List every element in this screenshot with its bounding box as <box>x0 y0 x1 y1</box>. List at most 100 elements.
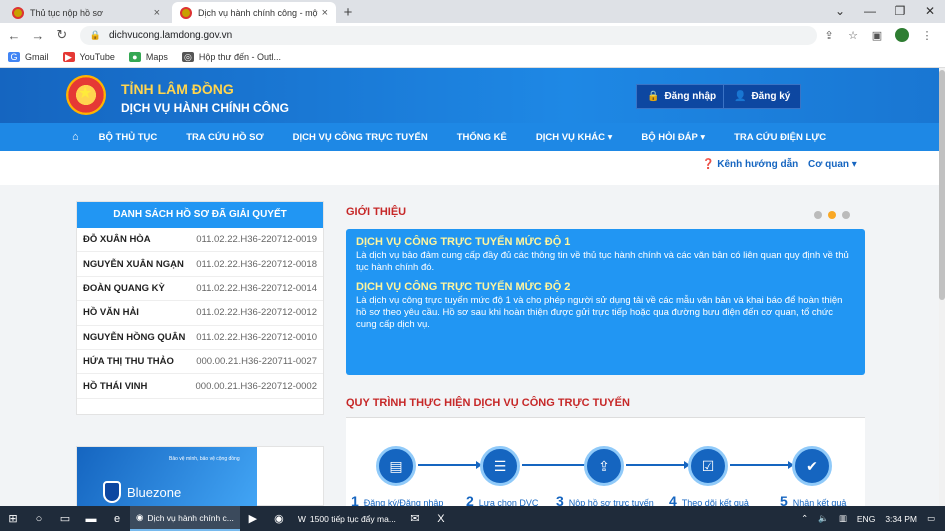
media-icon[interactable]: ▶ <box>240 512 266 525</box>
reload-icon[interactable]: ↻ <box>52 27 72 43</box>
resolved-row[interactable]: ĐOÀN QUANG KỲ 011.02.22.H36-220712-0014 <box>77 277 323 302</box>
checkmark-icon[interactable]: ✔ <box>792 446 832 486</box>
org-dropdown[interactable]: Cơ quan ▾ <box>808 159 857 170</box>
scrollbar-thumb[interactable] <box>939 70 945 300</box>
taskbar-chrome-app[interactable]: ◉ Dịch vụ hành chính c... <box>130 506 240 531</box>
guide-link[interactable]: ❓ Kênh hướng dẫn <box>702 159 798 170</box>
resolved-row[interactable]: HỨA THỊ THU THẢO 000.00.21.H36-220711-002… <box>77 350 323 375</box>
menu-kebab-icon[interactable]: ⋮ <box>915 29 939 42</box>
login-button[interactable]: 🔒 Đăng nhập <box>636 84 728 109</box>
menu-bo-thu-tuc[interactable]: BỘ THỦ TỤC <box>99 132 158 143</box>
dossier-code: 000.00.21.H36-220712-0002 <box>195 380 318 392</box>
resolved-row[interactable]: HỒ VĂN HẢI 011.02.22.H36-220712-0012 <box>77 301 323 326</box>
national-emblem-icon[interactable] <box>66 75 106 115</box>
network-icon[interactable]: ▥ <box>839 513 847 524</box>
taskbar-word-app[interactable]: W 1500 tiếp tục đẩy ma... <box>292 506 402 531</box>
bluezone-banner[interactable]: Bảo vệ mình, bảo vệ cộng đồng Bluezone <box>76 446 324 506</box>
bookmark-maps[interactable]: ● Maps <box>128 52 168 62</box>
home-icon[interactable]: ⌂ <box>72 131 79 143</box>
step-4-label[interactable]: 4 Theo dõi kết quả <box>669 493 749 506</box>
menu-dich-vu-khac[interactable]: DỊCH VỤ KHÁC ▾ <box>536 132 613 143</box>
province-title[interactable]: TỈNH LÂM ĐỒNG <box>121 81 234 97</box>
menu-dich-vu-cong[interactable]: DỊCH VỤ CÔNG TRỰC TUYẾN <box>293 132 428 143</box>
profile-avatar-icon[interactable] <box>895 28 909 42</box>
register-login-icon[interactable]: ▤ <box>376 446 416 486</box>
restore-icon[interactable]: ❐ <box>885 0 915 23</box>
chrome-icon[interactable]: ◉ <box>266 512 292 525</box>
menu-tra-cuu-dien-luc[interactable]: TRA CỨU ĐIỆN LỰC <box>734 132 826 143</box>
menu-tra-cuu-ho-so[interactable]: TRA CỨU HỒ SƠ <box>186 132 263 143</box>
carousel-dot[interactable] <box>842 211 850 219</box>
level2-title: DỊCH VỤ CÔNG TRỰC TUYẾN MỨC ĐỘ 2 <box>356 281 571 293</box>
list-icon[interactable]: ☰ <box>480 446 520 486</box>
tab-close-icon[interactable]: × <box>154 7 160 19</box>
service-title[interactable]: DỊCH VỤ HÀNH CHÍNH CÔNG <box>121 101 289 115</box>
register-button[interactable]: 👤 Đăng ký <box>723 84 802 109</box>
volume-icon[interactable]: 🔈 <box>818 513 829 524</box>
edge-icon[interactable]: e <box>104 513 130 525</box>
process-steps: ▤ ☰ ⇪ ☑ ✔ 1 Đăng ký/Đăng nhập 2 Lựa chọn D… <box>346 418 865 506</box>
bookmark-outlook[interactable]: ◎ Hộp thư đến - Outl... <box>181 52 281 62</box>
dossier-code: 011.02.22.H36-220712-0012 <box>196 307 317 319</box>
tab-title: Dịch vụ hành chính công - một cửa <box>198 7 318 18</box>
chevron-up-icon[interactable]: ⌃ <box>801 513 808 524</box>
share-icon[interactable]: ⇪ <box>817 29 841 42</box>
upload-document-icon[interactable]: ⇪ <box>584 446 624 486</box>
task-view-icon[interactable]: ▭ <box>52 512 78 525</box>
resolved-row[interactable]: ĐỖ XUÂN HÒA 011.02.22.H36-220712-0019 <box>77 228 323 253</box>
applicant-name: NGUYỄN XUÂN NGẠN <box>83 258 184 270</box>
main-menu: ⌂ BỘ THỦ TỤC TRA CỨU HỒ SƠ DỊCH VỤ CÔNG … <box>0 123 945 151</box>
applicant-name: ĐỖ XUÂN HÒA <box>83 234 151 246</box>
tab-thu-tuc[interactable]: Thủ tục nộp hồ sơ × <box>4 2 168 23</box>
user-add-icon: 👤 <box>734 91 747 102</box>
applicant-name: ĐOÀN QUANG KỲ <box>83 282 165 294</box>
menu-thong-ke[interactable]: THỐNG KÊ <box>457 132 507 143</box>
menu-bo-hoi-dap[interactable]: BỘ HỎI ĐÁP ▾ <box>641 132 705 143</box>
step-1-label[interactable]: 1 Đăng ký/Đăng nhập <box>351 493 443 506</box>
checklist-icon[interactable]: ☑ <box>688 446 728 486</box>
tab-dich-vu[interactable]: Dịch vụ hành chính công - một cửa × <box>172 2 336 23</box>
resolved-list-panel: DANH SÁCH HỒ SƠ ĐÃ GIẢI QUYẾT ĐỖ XUÂN HÒ… <box>76 201 324 415</box>
resolved-row[interactable]: NGUYỄN XUÂN NGẠN 011.02.22.H36-220712-001… <box>77 252 323 277</box>
level1-title: DỊCH VỤ CÔNG TRỰC TUYẾN MỨC ĐỘ 1 <box>356 236 571 248</box>
bluezone-tagline: Bảo vệ mình, bảo vệ cộng đồng <box>169 456 240 462</box>
bookmarks-bar: G Gmail ▶ YouTube ● Maps ◎ Hộp thư đến - Out… <box>0 47 945 68</box>
language-indicator[interactable]: ENG <box>857 514 875 524</box>
bookmark-youtube[interactable]: ▶ YouTube <box>62 52 115 62</box>
messaging-icon[interactable]: ✉ <box>402 512 428 525</box>
search-icon[interactable]: ○ <box>26 513 52 525</box>
new-tab-button[interactable]: + <box>336 2 360 23</box>
tab-close-icon[interactable]: × <box>322 7 328 19</box>
minimize-icon[interactable]: — <box>855 0 885 23</box>
maps-pin-icon: ● <box>128 52 141 62</box>
carousel-dot-active[interactable] <box>828 211 836 219</box>
forward-arrow-icon[interactable]: → <box>28 28 48 43</box>
arrow-icon <box>626 461 690 469</box>
close-window-icon[interactable]: ✕ <box>915 0 945 23</box>
website-viewport: TỈNH LÂM ĐỒNG DỊCH VỤ HÀNH CHÍNH CÔNG 🔒Đ… <box>0 68 945 506</box>
file-explorer-icon[interactable]: ▬ <box>78 513 104 525</box>
windows-start-icon[interactable]: ⊞ <box>0 512 26 525</box>
clock[interactable]: 3:34 PM <box>885 514 917 524</box>
back-arrow-icon[interactable]: ← <box>4 28 24 43</box>
step-2-label[interactable]: 2 Lựa chọn DVC <box>466 493 538 506</box>
notification-icon[interactable]: ▭ <box>927 513 935 524</box>
carousel-dots <box>814 211 856 219</box>
tab-search-icon[interactable]: ⌄ <box>825 0 855 23</box>
side-panel-icon[interactable]: ▣ <box>865 29 889 42</box>
lock-icon: 🔒 <box>647 91 660 102</box>
excel-icon[interactable]: X <box>428 513 454 525</box>
dossier-code: 011.02.22.H36-220712-0019 <box>196 234 317 246</box>
windows-taskbar: ⊞ ○ ▭ ▬ e ◉ Dịch vụ hành chính c... ▶ ◉ W… <box>0 506 945 531</box>
step-5-label[interactable]: 5 Nhận kết quả <box>780 493 846 506</box>
url-input[interactable]: 🔒 dichvucong.lamdong.gov.vn <box>79 25 817 45</box>
carousel-dot[interactable] <box>814 211 822 219</box>
resolved-row[interactable]: NGUYỄN HỒNG QUÂN 011.02.22.H36-220712-001… <box>77 326 323 350</box>
step-3-label[interactable]: 3 Nộp hồ sơ trực tuyến <box>556 493 654 506</box>
applicant-name: HỒ THÁI VINH <box>83 380 148 392</box>
bookmark-star-icon[interactable]: ☆ <box>841 29 865 42</box>
globe-icon: ◎ <box>181 52 194 62</box>
page-scrollbar[interactable] <box>939 68 945 506</box>
bookmark-gmail[interactable]: G Gmail <box>8 52 49 62</box>
resolved-row[interactable]: HỒ THÁI VINH 000.00.21.H36-220712-0002 <box>77 374 323 399</box>
